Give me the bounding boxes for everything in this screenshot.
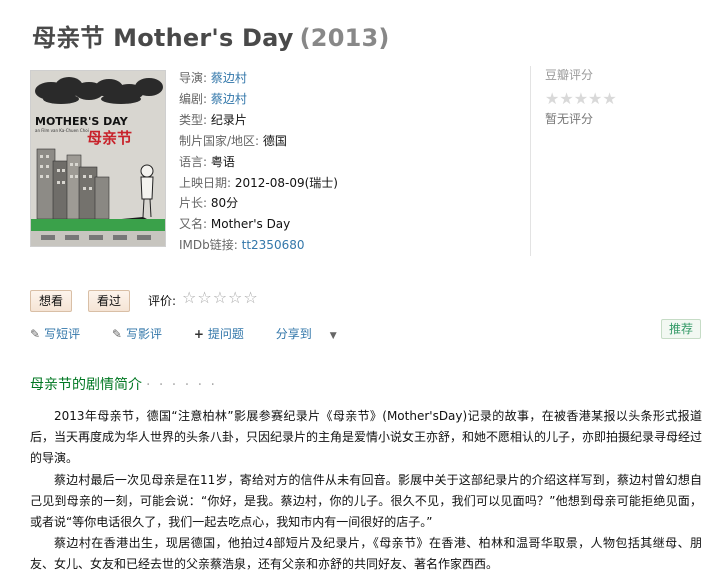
douban-rating-panel: 豆瓣评分 ★★★★★ 暂无评分 (530, 66, 705, 256)
pencil-icon: ✎ (111, 327, 122, 341)
ask-question-link[interactable]: + 提问题 (194, 327, 258, 341)
summary-text: 2013年母亲节，德国“注意柏林”影展参赛纪录片《母亲节》(Mother'sDa… (30, 406, 702, 576)
dropdown-arrow-icon: ▼ (329, 331, 337, 341)
summary-paragraph: 2013年母亲节，德国“注意柏林”影展参赛纪录片《母亲节》(Mother'sDa… (30, 409, 703, 466)
write-review-link[interactable]: ✎ 写影评 (112, 327, 176, 341)
poster-subtitle: an Film van Ka-Chuen Choi (35, 128, 89, 133)
aka-label: 又名: (179, 217, 208, 232)
country-value: 德国 (262, 133, 287, 148)
release-label: 上映日期: (179, 175, 232, 190)
rating-label: 豆瓣评分 (545, 68, 594, 82)
director-label: 导演: (179, 71, 208, 85)
summary-heading-dots: · · · · · · (146, 377, 217, 393)
release-value: 2012-08-09(瑞士) (234, 175, 338, 190)
plus-icon: + (193, 327, 204, 341)
poster-title-en: MOTHER'S DAY (35, 115, 129, 128)
watched-button[interactable]: 看过 (88, 290, 131, 312)
movie-info: 导演: 蔡边村 编剧: 蔡边村 类型: 纪录片 制片国家/地区: 德国 语言: … (179, 68, 499, 256)
pencil-icon: ✎ (30, 327, 41, 341)
ask-question-label: 提问题 (207, 327, 244, 341)
info-release: 上映日期: 2012-08-09(瑞士) (179, 173, 499, 194)
movie-year: (2013) (299, 24, 390, 52)
genre-value: 纪录片 (210, 112, 247, 127)
runtime-label: 片长: (179, 196, 208, 211)
poster-title-cn: 母亲节 (87, 129, 132, 147)
info-country: 制片国家/地区: 德国 (179, 131, 499, 152)
info-writer: 编剧: 蔡边村 (179, 89, 499, 110)
language-value: 粤语 (210, 154, 235, 169)
runtime-value: 80分 (210, 196, 239, 211)
recommend-button[interactable]: 推荐 (661, 319, 702, 339)
share-label: 分享到 (275, 327, 312, 341)
imdb-label: IMDb链接: (179, 238, 238, 253)
imdb-link[interactable]: tt2350680 (242, 238, 305, 252)
write-short-review-label: 写短评 (44, 327, 81, 341)
summary-paragraph: 蔡边村在香港出生，现居德国，他拍过4部短片及纪录片，《母亲节》在香港、柏林和温哥… (30, 536, 702, 572)
no-rating-text: 暂无评分 (545, 112, 594, 126)
movie-title: 母亲节 Mother's Day (32, 24, 294, 52)
director-link[interactable]: 蔡边村 (211, 71, 247, 85)
rate-stars[interactable]: ☆☆☆☆☆ (182, 288, 259, 307)
genre-label: 类型: (179, 112, 208, 127)
writer-link[interactable]: 蔡边村 (211, 92, 247, 106)
summary-heading: 母亲节的剧情简介 · · · · · · (30, 374, 217, 394)
want-to-watch-button[interactable]: 想看 (30, 290, 73, 312)
country-label: 制片国家/地区: (179, 133, 260, 148)
info-director: 导演: 蔡边村 (179, 68, 499, 89)
info-genre: 类型: 纪录片 (179, 110, 499, 131)
info-aka: 又名: Mother's Day (179, 214, 499, 235)
info-runtime: 片长: 80分 (179, 193, 499, 214)
page-title: 母亲节 Mother's Day (2013) (32, 18, 390, 53)
writer-label: 编剧: (179, 91, 208, 106)
write-short-review-link[interactable]: ✎ 写短评 (30, 327, 94, 341)
rate-label: 评价: (148, 294, 177, 308)
info-language: 语言: 粤语 (179, 152, 499, 173)
rating-stars: ★★★★★ (545, 89, 617, 108)
movie-poster[interactable]: MOTHER'S DAY an Film van Ka-Chuen Choi 母… (30, 70, 166, 247)
poster-image: MOTHER'S DAY an Film van Ka-Chuen Choi 母… (31, 71, 165, 246)
write-review-label: 写影评 (125, 327, 162, 341)
language-label: 语言: (179, 154, 208, 169)
share-link[interactable]: 分享到 ▼ (276, 327, 341, 341)
aka-value: Mother's Day (210, 217, 291, 232)
summary-heading-text: 母亲节的剧情简介 (30, 377, 142, 393)
summary-paragraph: 蔡边村最后一次见母亲是在11岁，寄给对方的信件从未有回音。影展中关于这部纪录片的… (30, 472, 702, 530)
action-bar: ✎ 写短评 ✎ 写影评 + 提问题 分享到 ▼ (30, 325, 355, 342)
info-imdb: IMDb链接: tt2350680 (179, 235, 499, 256)
